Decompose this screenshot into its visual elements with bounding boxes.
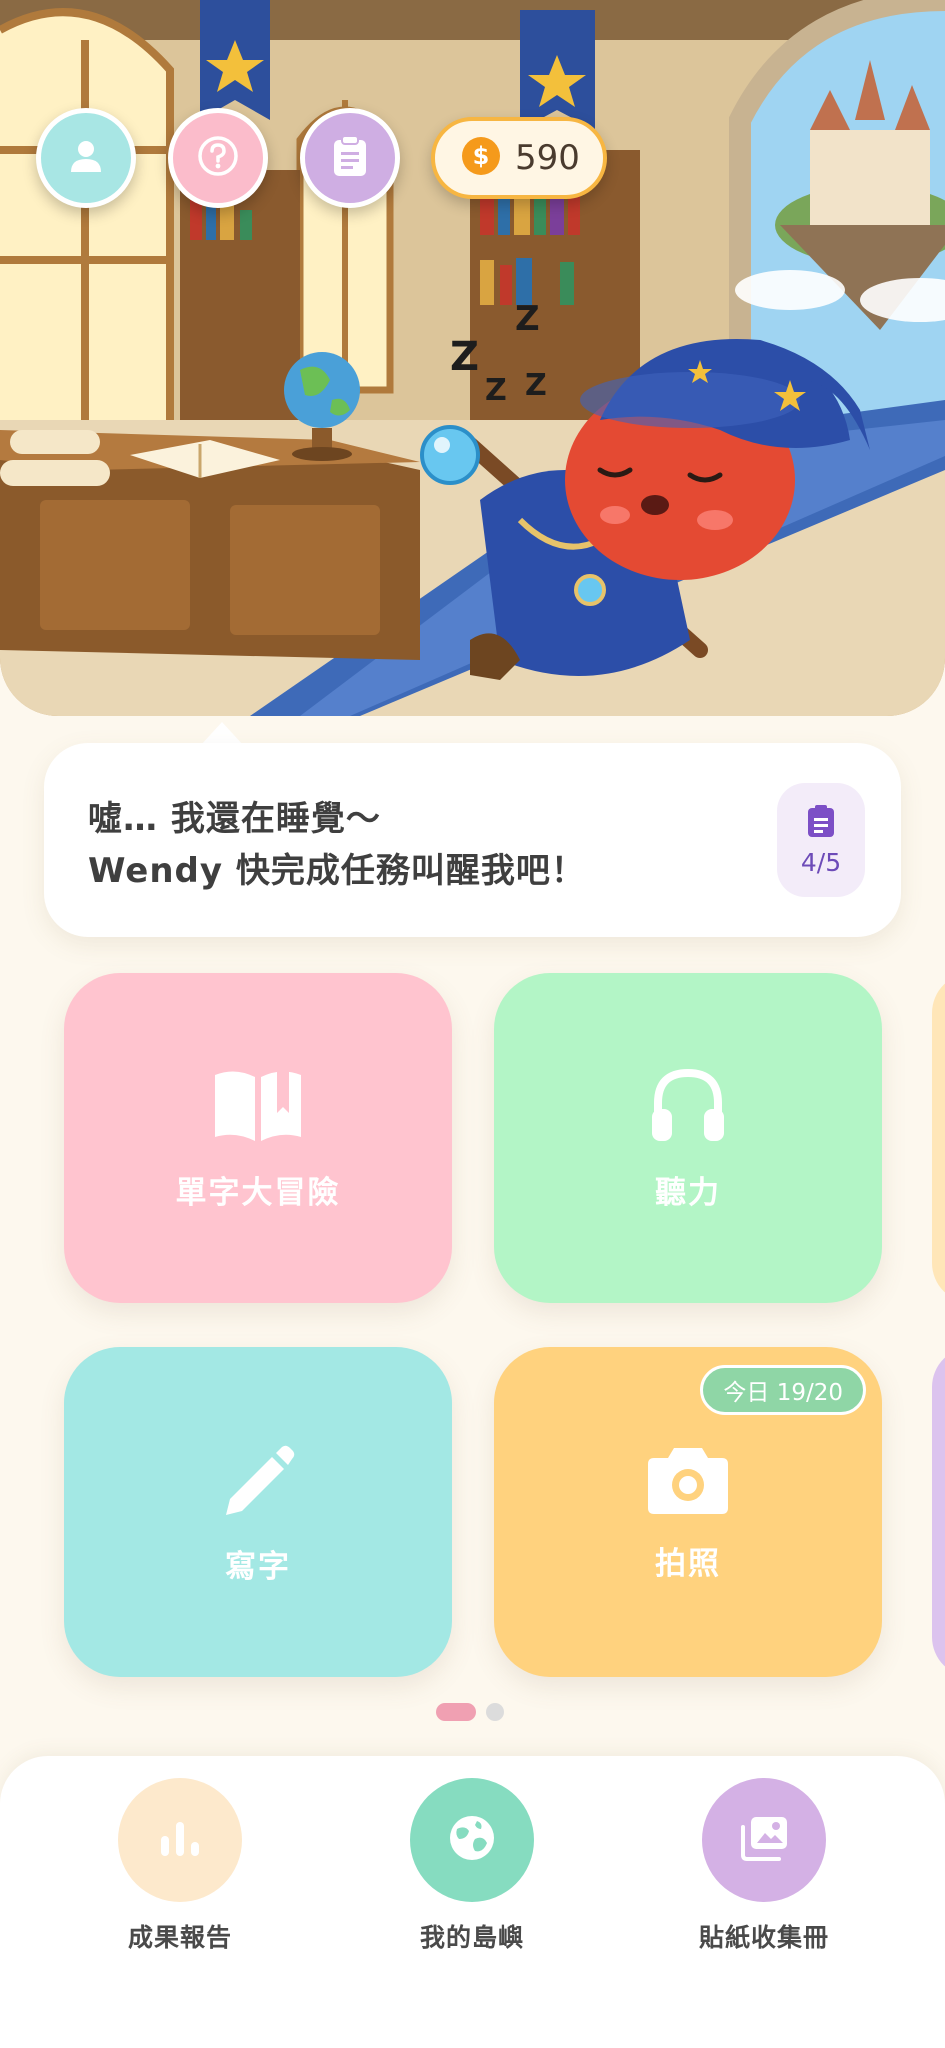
- svg-text:Z: Z: [450, 334, 479, 380]
- tile-label: 寫字: [225, 1548, 291, 1585]
- page-dot[interactable]: [485, 1703, 504, 1721]
- open-book-icon: [211, 1064, 305, 1149]
- task-progress-chip[interactable]: 4/5: [777, 783, 865, 897]
- nav-sticker-album[interactable]: 貼紙收集冊: [664, 1778, 864, 1954]
- page-indicator: [0, 1703, 945, 1721]
- nav-icon-circle: [118, 1778, 242, 1902]
- person-icon: [66, 136, 106, 180]
- clipboard-icon: [330, 134, 370, 182]
- tasks-button[interactable]: [300, 108, 400, 208]
- task-progress-count: 4/5: [800, 847, 842, 877]
- nav-label: 貼紙收集冊: [698, 1923, 829, 1952]
- svg-text:Z: Z: [525, 368, 547, 403]
- tile-writing[interactable]: 寫字: [64, 1347, 452, 1677]
- photo-album-icon: [739, 1815, 789, 1865]
- tile-photo[interactable]: 今日 19/20 拍照: [494, 1347, 882, 1677]
- svg-text:$: $: [473, 142, 490, 170]
- nav-label: 成果報告: [127, 1923, 232, 1952]
- tile-label: 單字大冒險: [175, 1174, 341, 1211]
- globe-icon: [447, 1813, 497, 1867]
- daily-limit-badge: 今日 19/20: [700, 1365, 866, 1415]
- wizard-library-scene: Z Z Z Z: [0, 0, 945, 716]
- tile-word-adventure[interactable]: 單字大冒險: [64, 973, 452, 1303]
- bottom-nav: 成果報告 我的島嶼 貼紙收集冊: [0, 1756, 945, 2048]
- speech-line-1: 噓… 我還在睡覺～: [88, 799, 381, 839]
- headphones-icon: [648, 1065, 728, 1149]
- help-button[interactable]: [168, 108, 268, 208]
- profile-button[interactable]: [36, 108, 136, 208]
- camera-icon: [646, 1442, 730, 1520]
- tile-label: 拍照: [655, 1545, 721, 1582]
- next-page-tile-peek: [932, 973, 945, 1303]
- svg-text:Z: Z: [515, 299, 540, 339]
- speech-bubble: 噓… 我還在睡覺～ Wendy 快完成任務叫醒我吧！ 4/5: [44, 743, 901, 937]
- hero-illustration: Z Z Z Z: [0, 0, 945, 716]
- clipboard-icon: [806, 804, 836, 842]
- next-page-tile-peek: [932, 1347, 945, 1677]
- pencil-icon: [218, 1439, 298, 1523]
- svg-text:Z: Z: [485, 373, 507, 408]
- bar-chart-icon: [157, 1818, 203, 1862]
- question-circle-icon: [196, 134, 240, 182]
- tile-listening[interactable]: 聽力: [494, 973, 882, 1303]
- nav-my-island[interactable]: 我的島嶼: [372, 1778, 572, 1954]
- coin-balance[interactable]: $ 590: [431, 117, 607, 199]
- tile-label: 聽力: [655, 1174, 721, 1211]
- nav-icon-circle: [410, 1778, 534, 1902]
- nav-label: 我的島嶼: [419, 1923, 524, 1952]
- nav-icon-circle: [702, 1778, 826, 1902]
- speech-line-2: Wendy 快完成任務叫醒我吧！: [88, 851, 586, 891]
- nav-results-report[interactable]: 成果報告: [80, 1778, 280, 1954]
- coin-count: 590: [515, 138, 580, 178]
- page-dot-active[interactable]: [435, 1703, 476, 1721]
- dollar-coin-icon: $: [461, 136, 501, 180]
